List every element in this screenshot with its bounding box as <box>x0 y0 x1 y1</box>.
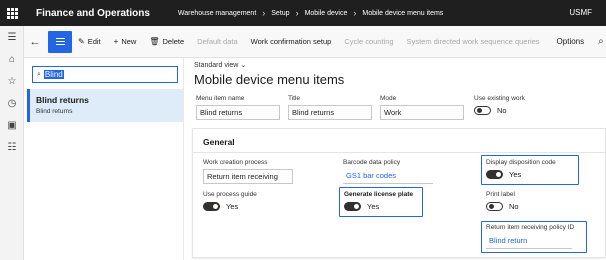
work-confirmation-setup-button[interactable]: Work confirmation setup <box>251 37 332 46</box>
clock-icon[interactable]: ◷ <box>0 92 24 114</box>
options-tab[interactable]: Options <box>557 37 585 46</box>
default-data-button[interactable]: Default data <box>197 37 237 46</box>
use-process-guide-toggle[interactable]: Yes <box>203 202 238 211</box>
display-disposition-code-toggle[interactable]: Yes <box>486 170 521 179</box>
page-title: Mobile device menu items <box>194 72 345 87</box>
app-launcher-icon[interactable] <box>0 0 24 26</box>
list-item[interactable]: Blind returns Blind returns <box>27 89 183 122</box>
menu-bars-icon <box>55 36 65 47</box>
field-label: Use existing work <box>474 95 525 102</box>
filter-input[interactable]: ⌕ Blind <box>32 66 178 83</box>
field-label: Display disposition code <box>486 159 556 166</box>
search-icon[interactable]: ⌕ <box>598 36 604 47</box>
general-section-title[interactable]: General <box>203 137 235 147</box>
return-item-receiving-policy-field: Return item receiving policy ID Blind re… <box>486 224 574 249</box>
display-disposition-code-field: Display disposition code Yes <box>486 159 556 184</box>
company-picker[interactable]: USMF <box>569 8 592 17</box>
generate-license-plate-field: Generate license plate Yes <box>344 191 413 216</box>
menu-item-name-field: Menu item name Blind returns <box>196 95 280 120</box>
generate-license-plate-toggle[interactable]: Yes <box>344 202 379 211</box>
top-bar: Finance and Operations Warehouse managem… <box>0 0 606 26</box>
trash-icon: 🗑 <box>149 37 160 46</box>
use-existing-work-toggle[interactable]: No <box>474 106 507 115</box>
field-label: Use process guide <box>203 191 257 198</box>
work-creation-process-field: Work creation process Return item receiv… <box>203 159 293 184</box>
new-button[interactable]: + New <box>114 37 137 46</box>
field-label: Menu item name <box>196 95 245 102</box>
work-creation-process-input[interactable]: Return item receiving <box>203 169 293 184</box>
detail-pane: Standard view ⌄ Mobile device menu items… <box>184 58 606 260</box>
toggle-value: Yes <box>509 170 522 179</box>
workspace-icon[interactable]: ▣ <box>0 114 24 136</box>
toggle-value: No <box>509 202 519 211</box>
use-existing-work-field: Use existing work No <box>474 95 525 120</box>
field-label: Mode <box>380 95 397 102</box>
plus-icon: + <box>113 37 119 46</box>
print-label-toggle[interactable]: No <box>486 202 519 211</box>
app-title[interactable]: Finance and Operations <box>36 8 150 19</box>
list-pane: ⌕ Blind Blind returns Blind returns <box>24 58 184 260</box>
use-process-guide-field: Use process guide Yes <box>203 191 257 216</box>
filter-value: Blind <box>43 70 64 79</box>
chevron-right-icon: › <box>353 8 357 18</box>
system-directed-queries-button[interactable]: System directed work sequence queries <box>407 37 540 46</box>
field-label: Return item receiving policy ID <box>486 224 575 231</box>
list-item-subtitle: Blind returns <box>36 108 73 115</box>
back-arrow-icon[interactable]: ← <box>24 36 46 48</box>
mode-field: Mode Work <box>380 95 464 120</box>
title-field: Title Blind returns <box>288 95 372 120</box>
toggle-value: Yes <box>226 202 239 211</box>
chevron-right-icon: › <box>262 8 266 18</box>
view-selector[interactable]: Standard view ⌄ <box>194 61 246 69</box>
list-item-title: Blind returns <box>36 95 89 105</box>
field-label: Generate license plate <box>344 191 414 198</box>
print-label-field: Print label No <box>486 191 519 216</box>
hamburger-icon[interactable]: ☰ <box>0 26 24 48</box>
barcode-data-policy-input[interactable]: GS1 bar codes <box>343 169 433 184</box>
toggle-value: Yes <box>367 202 380 211</box>
breadcrumb: Warehouse management › Setup › Mobile de… <box>178 8 443 18</box>
breadcrumb-item[interactable]: Mobile device menu items <box>362 10 443 17</box>
edit-button[interactable]: ✎ Edit <box>78 37 101 46</box>
toggle-value: No <box>497 106 507 115</box>
divider <box>193 152 606 153</box>
barcode-data-policy-field: Barcode data policy GS1 bar codes <box>343 159 433 184</box>
left-navigation: ☰ ⌂ ☆ ◷ ▣ ☷ <box>0 26 24 260</box>
chevron-right-icon: › <box>295 8 299 18</box>
breadcrumb-item[interactable]: Warehouse management <box>178 10 256 17</box>
action-pane: ← ✎ Edit + New 🗑 Delete Default data Work c… <box>24 26 606 58</box>
star-icon[interactable]: ☆ <box>0 70 24 92</box>
breadcrumb-item[interactable]: Setup <box>271 10 289 17</box>
field-label: Title <box>288 95 301 102</box>
home-icon[interactable]: ⌂ <box>0 48 24 70</box>
return-item-receiving-policy-input[interactable]: Blind return <box>486 234 572 249</box>
search-icon: ⌕ <box>37 70 41 78</box>
field-label: Print label <box>486 191 515 198</box>
pencil-icon: ✎ <box>78 37 85 46</box>
field-label: Barcode data policy <box>343 159 401 166</box>
cycle-counting-button[interactable]: Cycle counting <box>344 37 393 46</box>
modules-list-icon[interactable]: ☷ <box>0 136 24 158</box>
delete-button[interactable]: 🗑 Delete <box>149 37 184 46</box>
chevron-down-icon: ⌄ <box>240 62 247 69</box>
action-menu-button[interactable] <box>48 30 72 53</box>
field-label: Work creation process <box>203 159 268 166</box>
breadcrumb-item[interactable]: Mobile device <box>305 10 348 17</box>
general-section: General Work creation process Return ite… <box>192 128 606 258</box>
mode-select[interactable]: Work <box>380 105 464 120</box>
menu-item-name-input[interactable]: Blind returns <box>196 105 280 120</box>
title-input[interactable]: Blind returns <box>288 105 372 120</box>
